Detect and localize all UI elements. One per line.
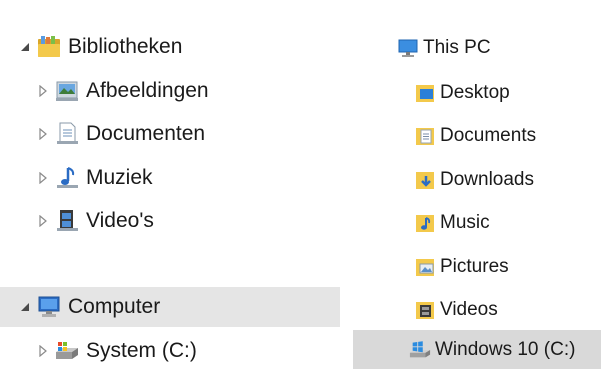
tree-item-label: Desktop [440,82,510,103]
pictures-folder-icon [414,255,436,279]
tree-item-label: Muziek [86,166,153,189]
tree-item-windows-drive[interactable]: Windows 10 (C:) [409,333,575,367]
collapsed-arrow-icon[interactable] [36,127,50,141]
tree-item-label: This PC [423,37,491,58]
tree-item-label: Pictures [440,256,509,277]
tree-item-videos[interactable]: Video's [36,204,154,238]
expanded-arrow-icon[interactable] [18,40,32,54]
system-drive-icon [54,338,80,364]
videos-library-icon [54,208,80,234]
tree-item-label: Documenten [86,122,206,145]
tree-item-label: Afbeeldingen [86,79,209,102]
windows-drive-icon [409,338,431,362]
music-library-icon [54,165,80,191]
tree-item-libraries[interactable]: Bibliotheken [18,30,182,64]
library-folder-icon [36,34,62,60]
expanded-arrow-icon[interactable] [18,300,32,314]
tree-item-label: Music [440,212,490,233]
tree-item-label: Video's [86,209,154,232]
tree-item-label: Videos [440,299,498,320]
tree-item-music[interactable]: Music [414,206,490,240]
tree-item-this-pc[interactable]: This PC [397,31,491,65]
collapsed-arrow-icon[interactable] [36,344,50,358]
computer-icon [36,294,62,320]
tree-item-pictures[interactable]: Pictures [414,250,509,284]
tree-item-documenten[interactable]: Documenten [36,117,205,151]
documents-folder-icon [414,124,436,148]
tree-item-documents[interactable]: Documents [414,119,536,153]
tree-item-downloads[interactable]: Downloads [414,163,534,197]
collapsed-arrow-icon[interactable] [36,214,50,228]
videos-folder-icon [414,298,436,322]
nav-pane-windows7: Bibliotheken Afbeeldingen Documenten Muz… [0,0,340,369]
music-folder-icon [414,211,436,235]
tree-item-label: Documents [440,125,537,146]
tree-item-system-drive[interactable]: System (C:) [36,334,197,368]
nav-pane-windows10: This PC Desktop Documents Downloads Musi… [353,0,601,369]
collapsed-arrow-icon[interactable] [36,84,50,98]
tree-item-label: Computer [68,295,161,318]
tree-item-label: System (C:) [86,339,197,362]
tree-item-computer[interactable]: Computer [18,290,160,324]
tree-item-label: Downloads [440,169,534,190]
pictures-library-icon [54,78,80,104]
desktop-folder-icon [414,81,436,105]
tree-item-videos[interactable]: Videos [414,293,498,327]
tree-item-afbeeldingen[interactable]: Afbeeldingen [36,74,209,108]
collapsed-arrow-icon[interactable] [36,171,50,185]
tree-item-label: Windows 10 (C:) [435,339,576,360]
downloads-folder-icon [414,168,436,192]
tree-item-desktop[interactable]: Desktop [414,76,510,110]
tree-item-muziek[interactable]: Muziek [36,161,153,195]
documents-library-icon [54,121,80,147]
this-pc-icon [397,36,419,60]
tree-item-label: Bibliotheken [68,35,183,58]
